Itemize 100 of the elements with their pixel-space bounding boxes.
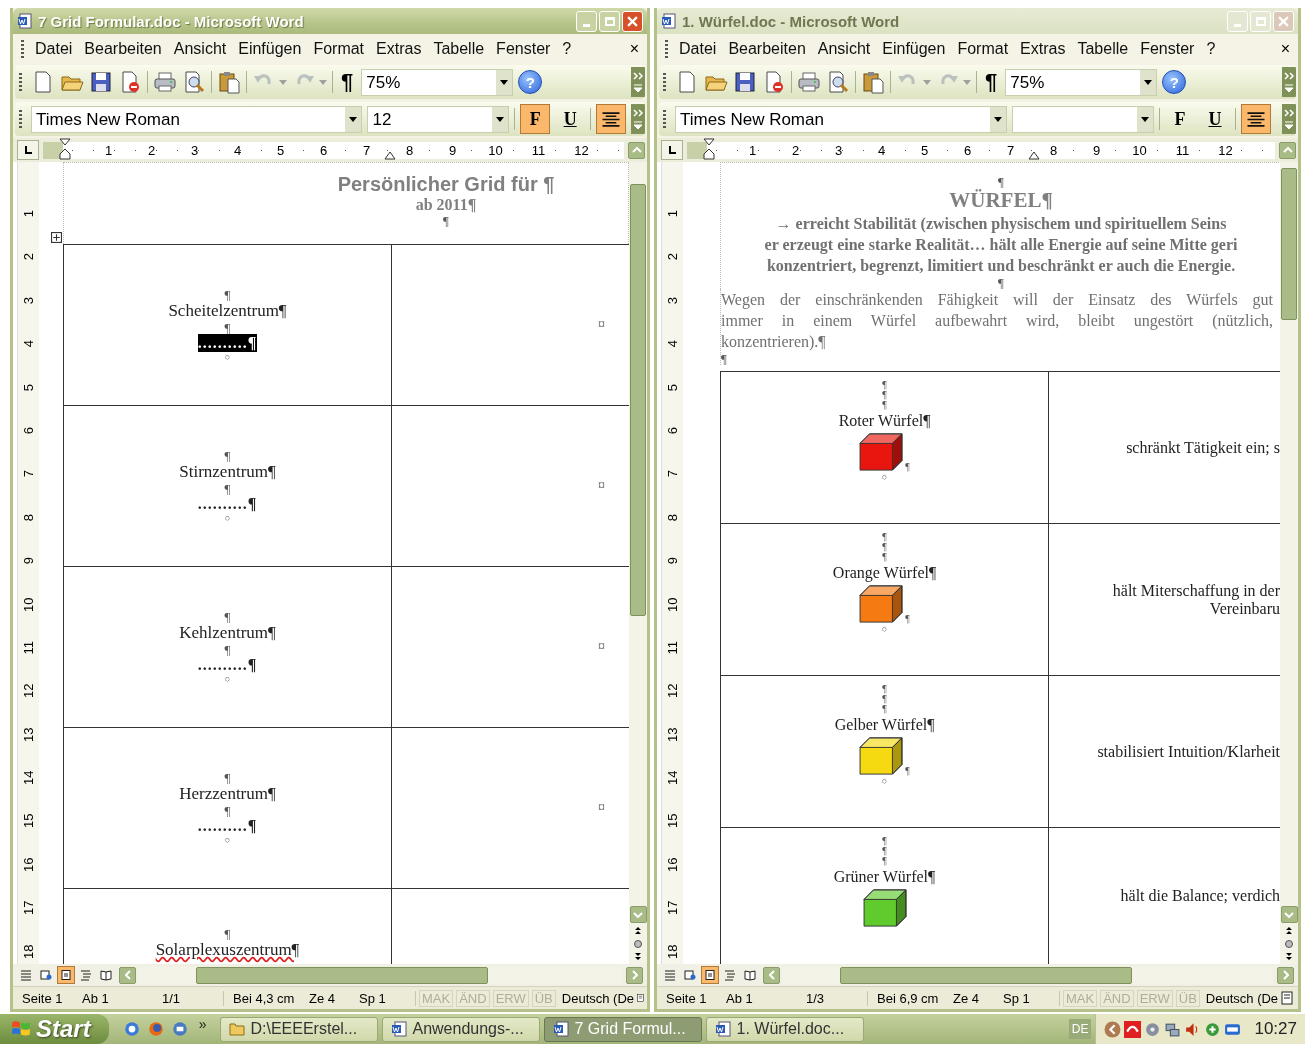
ruler-number: 3 <box>833 142 844 158</box>
page-magnifier-icon[interactable] <box>182 70 206 94</box>
ruler-number: 5 <box>20 382 37 393</box>
close-document-button[interactable]: × <box>625 40 644 58</box>
status-field: Sp 1 <box>1003 990 1054 1006</box>
taskbar-button[interactable]: D:\EEEErstel... <box>220 1016 379 1042</box>
ruler-number: 8 <box>1048 142 1059 158</box>
menu-item[interactable]: Tabelle <box>428 38 490 60</box>
scrollbar-thumb[interactable] <box>840 966 1133 984</box>
indent-marker-icon[interactable] <box>703 137 716 160</box>
printer-icon[interactable] <box>153 70 177 94</box>
caret-down-icon <box>633 911 644 918</box>
intro-line: konzentriert, begrenzt, limitiert und beschränkt er auch die Energie. <box>766 256 1236 276</box>
caret-icon[interactable] <box>279 79 287 85</box>
indent-marker-icon[interactable] <box>59 137 71 160</box>
form-field[interactable]: ..........¶ <box>197 334 258 352</box>
ruler-number: 11 <box>1174 142 1191 158</box>
caret-left-icon <box>124 970 131 980</box>
shield-icon[interactable] <box>1204 1020 1222 1038</box>
ruler-number: 15 <box>20 812 37 831</box>
ruler-number: 8 <box>404 142 415 158</box>
tab-selector-button[interactable] <box>17 140 39 160</box>
close-button[interactable] <box>622 10 644 32</box>
form-field[interactable]: ..........¶ <box>197 656 258 674</box>
normal-view-icon <box>664 969 677 981</box>
scroll-up-button[interactable] <box>628 141 646 159</box>
ruler-number: 7 <box>20 469 37 480</box>
ruler-number: 3 <box>189 142 200 158</box>
print-layout-button[interactable] <box>57 966 75 984</box>
menu-item[interactable]: Bearbeiten <box>79 38 167 60</box>
left-tab-icon <box>23 145 33 155</box>
taskbar-button[interactable]: 1. Würfel.doc... <box>706 1016 865 1042</box>
toolbar-grip[interactable] <box>19 110 22 128</box>
menu-item[interactable]: Einfügen <box>233 38 307 60</box>
row-label: Herzzentrum¶ <box>179 784 276 804</box>
taskbar-button[interactable]: Anwendungs-... <box>382 1016 541 1042</box>
end-mark: ○ <box>224 674 231 684</box>
menu-item[interactable]: ? <box>557 38 577 60</box>
end-mark: ○ <box>224 835 231 845</box>
toolbar-grip[interactable] <box>21 40 24 58</box>
browser-icon[interactable] <box>122 1020 141 1038</box>
ruler-number: 6 <box>664 426 681 437</box>
previous-page-icon[interactable] <box>1284 926 1294 936</box>
menu-item[interactable]: Format <box>308 38 370 60</box>
ruler-number: 10 <box>1131 142 1148 158</box>
more-button[interactable]: » <box>194 1016 211 1032</box>
toolbar-options-icon[interactable] <box>631 65 646 99</box>
scrollbar-thumb[interactable] <box>630 184 647 616</box>
font-dropdown[interactable]: Times New Roman <box>31 105 363 133</box>
document-heading: WÜRFEL¶ <box>949 188 1053 213</box>
status-field: Sp 1 <box>359 990 409 1006</box>
book-icon[interactable] <box>637 991 645 1005</box>
paragraph-mark: ¶ <box>905 766 910 776</box>
ruler-number: 2 <box>790 142 801 158</box>
underline-button[interactable]: U <box>555 104 586 134</box>
umbrella-icon[interactable] <box>1124 1020 1142 1038</box>
scrollbar-thumb[interactable] <box>196 966 488 984</box>
paragraph-mark: ¶ <box>224 643 231 656</box>
font-size-dropdown[interactable]: 12 <box>367 105 510 133</box>
menu-item[interactable]: Fenster <box>491 38 556 60</box>
menu-item[interactable]: Datei <box>30 38 78 60</box>
menu-item[interactable]: Extras <box>371 38 427 60</box>
row-label: Roter Würfel¶ <box>838 412 931 430</box>
table-move-handle-icon[interactable] <box>51 232 62 243</box>
browse-object-icon[interactable] <box>1284 939 1294 949</box>
status-language: Deutsch (De <box>560 990 635 1006</box>
menu-item[interactable]: Ansicht <box>168 38 232 60</box>
caret-right-icon <box>1282 970 1289 980</box>
align-center-button[interactable] <box>596 104 627 134</box>
ruler-number: 10 <box>487 142 504 158</box>
scrollbar-thumb[interactable] <box>1281 168 1297 320</box>
browse-object-icon[interactable] <box>633 939 644 949</box>
disc-icon[interactable] <box>1144 1020 1162 1038</box>
caret-icon[interactable] <box>319 79 327 85</box>
next-page-icon[interactable] <box>633 952 644 962</box>
show-formatting-button[interactable]: ¶ <box>338 69 357 95</box>
vertical-scrollbar[interactable] <box>629 162 648 964</box>
status-field: Ab 1 <box>726 990 807 1006</box>
ruler-number: 9 <box>1091 142 1102 158</box>
form-field[interactable]: ..........¶ <box>197 495 258 513</box>
chevron-left-icon[interactable] <box>1104 1020 1122 1038</box>
horizontal-scrollbar[interactable] <box>138 966 623 984</box>
next-page-icon[interactable] <box>1284 952 1294 962</box>
ruler-number: 17 <box>664 899 681 918</box>
clipboard-icon[interactable] <box>217 70 241 94</box>
ruler-number: 1 <box>747 142 758 158</box>
toolbar-grip[interactable] <box>19 73 22 91</box>
zoom-dropdown[interactable]: 75% <box>361 68 514 96</box>
ruler-number: 1 <box>20 209 37 220</box>
form-field[interactable]: ..........¶ <box>197 817 258 835</box>
reading-view-icon <box>744 969 757 981</box>
status-field: Ab 1 <box>82 990 162 1006</box>
paragraph-mark: ¶ <box>882 856 887 866</box>
cell-text: schränkt Tätigkeit ein; s <box>1126 438 1280 457</box>
ruler-number: 1 <box>664 209 681 220</box>
status-field: 1/1 <box>162 990 217 1006</box>
mail-client-icon[interactable] <box>170 1020 189 1038</box>
bold-button[interactable]: F <box>520 104 551 134</box>
globe-icon[interactable] <box>146 1020 165 1038</box>
previous-page-icon[interactable] <box>633 926 644 936</box>
